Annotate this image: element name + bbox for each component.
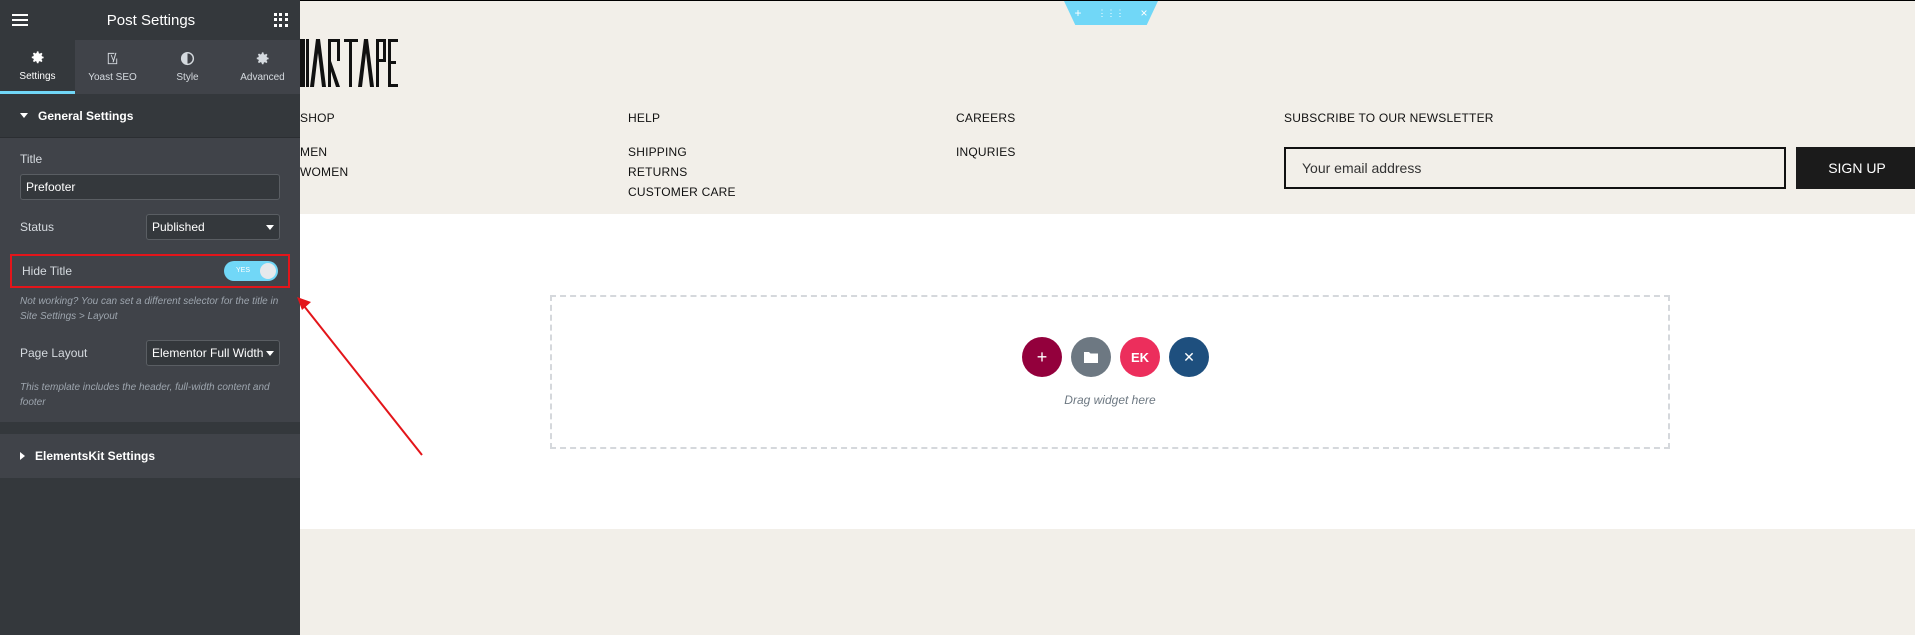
drop-zone-buttons: + EK ✕: [1022, 337, 1209, 377]
hide-title-row: Hide Title YES: [10, 254, 290, 288]
footer-heading: SUBSCRIBE TO OUR NEWSLETTER: [1284, 111, 1494, 125]
elementskit-button[interactable]: EK: [1120, 337, 1160, 377]
tab-label: Settings: [19, 70, 56, 82]
empty-section: + EK ✕ Drag widget here: [300, 214, 1915, 529]
footer-link[interactable]: CUSTOMER CARE: [628, 185, 736, 199]
yoast-icon: [107, 52, 118, 65]
toggle-state-label: YES: [236, 267, 251, 274]
footer-link[interactable]: SHIPPING: [628, 145, 736, 159]
section-handle: + ⋮⋮⋮ ×: [1064, 1, 1158, 25]
page-layout-value: Elementor Full Width: [152, 346, 263, 360]
title-label: Title: [20, 152, 43, 166]
gear-icon: [256, 52, 269, 65]
footer-heading: HELP: [628, 111, 661, 125]
status-row: Status Published: [20, 214, 280, 240]
page-layout-note: This template includes the header, full-…: [20, 382, 270, 408]
panel-header: Post Settings: [0, 0, 300, 40]
footer-link[interactable]: WOMEN: [300, 165, 348, 179]
add-section-icon[interactable]: +: [1074, 6, 1081, 20]
caret-right-icon: [20, 452, 25, 460]
section-heading: ElementsKit Settings: [35, 449, 156, 463]
chevron-down-icon: [266, 350, 274, 356]
page-layout-select[interactable]: Elementor Full Width: [146, 340, 280, 366]
add-section-button[interactable]: +: [1022, 337, 1062, 377]
footer-heading: SHOP: [300, 111, 335, 125]
tab-label: Yoast SEO: [88, 72, 137, 83]
status-value: Published: [152, 220, 205, 234]
toggle-knob: [260, 263, 276, 279]
menu-icon[interactable]: [12, 14, 28, 26]
tab-advanced[interactable]: Advanced: [225, 40, 300, 94]
drag-handle-icon[interactable]: ⋮⋮⋮: [1098, 8, 1125, 19]
addon-icon: ✕: [1183, 348, 1195, 365]
footer-link[interactable]: INQURIES: [956, 145, 1016, 159]
status-select[interactable]: Published: [146, 214, 280, 240]
drop-zone-text: Drag widget here: [1064, 393, 1156, 407]
general-settings-toggle[interactable]: General Settings: [0, 94, 300, 138]
elementskit-icon: EK: [1130, 349, 1150, 365]
section-divider: [0, 422, 300, 434]
contrast-icon: [180, 51, 195, 66]
tab-settings[interactable]: Settings: [0, 40, 75, 94]
gear-icon: [31, 50, 44, 63]
footer-link[interactable]: RETURNS: [628, 165, 736, 179]
elementor-panel: Post Settings Settings Yoast SEO Style A…: [0, 0, 300, 635]
status-label: Status: [20, 220, 55, 234]
widgets-grid-icon[interactable]: [273, 13, 288, 27]
tab-yoast-seo[interactable]: Yoast SEO: [75, 40, 150, 94]
footer-col-newsletter: SUBSCRIBE TO OUR NEWSLETTER: [1284, 111, 1494, 125]
close-icon[interactable]: ×: [1141, 6, 1148, 20]
caret-down-icon: [20, 113, 28, 118]
general-settings-body: Title Status Published Hide Title YES No…: [0, 138, 300, 422]
hide-title-note: Not working? You can set a different sel…: [20, 296, 279, 322]
tab-style[interactable]: Style: [150, 40, 225, 94]
addon-button[interactable]: ✕: [1169, 337, 1209, 377]
footer-link[interactable]: MEN: [300, 145, 348, 159]
widget-drop-zone[interactable]: + EK ✕ Drag widget here: [550, 295, 1670, 449]
page-layout-row: Page Layout Elementor Full Width: [20, 340, 280, 366]
hide-title-label: Hide Title: [22, 264, 73, 278]
title-input[interactable]: [20, 174, 280, 200]
hide-title-toggle[interactable]: YES: [224, 261, 278, 281]
page-layout-label: Page Layout: [20, 346, 88, 360]
brand-logo: [300, 39, 398, 87]
tab-label: Advanced: [240, 72, 285, 83]
panel-title: Post Settings: [106, 11, 196, 29]
template-library-button[interactable]: [1071, 337, 1111, 377]
newsletter-email-input[interactable]: Your email address: [1284, 147, 1786, 189]
section-heading: General Settings: [38, 108, 134, 123]
panel-tabs: Settings Yoast SEO Style Advanced: [0, 40, 300, 94]
footer-col-shop: SHOP MEN WOMEN: [300, 111, 348, 179]
folder-icon: [1084, 352, 1098, 363]
editor-canvas: + ⋮⋮⋮ × SHOP MEN WOMEN HELP SHIPPING RET…: [300, 0, 1915, 635]
sign-up-button[interactable]: SIGN UP: [1796, 147, 1915, 189]
tab-label: Style: [176, 72, 199, 83]
plus-icon: +: [1036, 346, 1048, 367]
footer-col-careers: CAREERS INQURIES: [956, 111, 1016, 159]
chevron-down-icon: [266, 224, 274, 230]
elementskit-settings-toggle[interactable]: ElementsKit Settings: [0, 434, 300, 478]
footer-col-help: HELP SHIPPING RETURNS CUSTOMER CARE: [628, 111, 736, 199]
footer-heading: CAREERS: [956, 111, 1016, 125]
